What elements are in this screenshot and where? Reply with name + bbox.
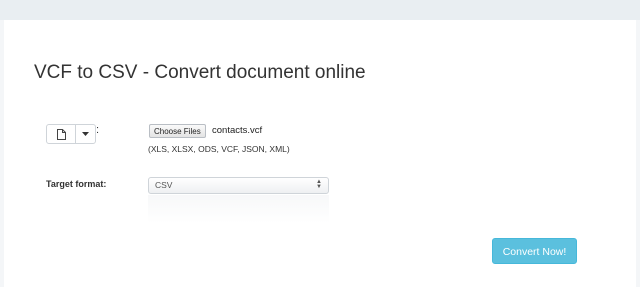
allowed-formats-hint: (XLS, XLSX, ODS, VCF, JSON, XML): [148, 144, 290, 154]
target-format-select[interactable]: CSV ▲ ▼: [148, 177, 329, 194]
choose-files-button[interactable]: Choose Files: [149, 124, 206, 138]
target-format-label: Target format:: [46, 179, 107, 189]
selected-file-name: contacts.vcf: [212, 125, 263, 136]
target-format-value: CSV: [155, 180, 173, 190]
source-selector[interactable]: [46, 124, 96, 144]
convert-now-button[interactable]: Convert Now!: [492, 238, 577, 264]
source-file-button[interactable]: [47, 125, 76, 143]
top-band: [0, 0, 640, 20]
updown-arrows-icon: ▲ ▼: [316, 179, 322, 190]
source-dropdown-toggle[interactable]: [76, 125, 95, 143]
select-shadow: [148, 195, 329, 223]
document-icon: [56, 128, 66, 140]
page-title: VCF to CSV - Convert document online: [34, 62, 366, 83]
source-colon: :: [96, 124, 100, 136]
caret-down-icon: [82, 132, 89, 136]
